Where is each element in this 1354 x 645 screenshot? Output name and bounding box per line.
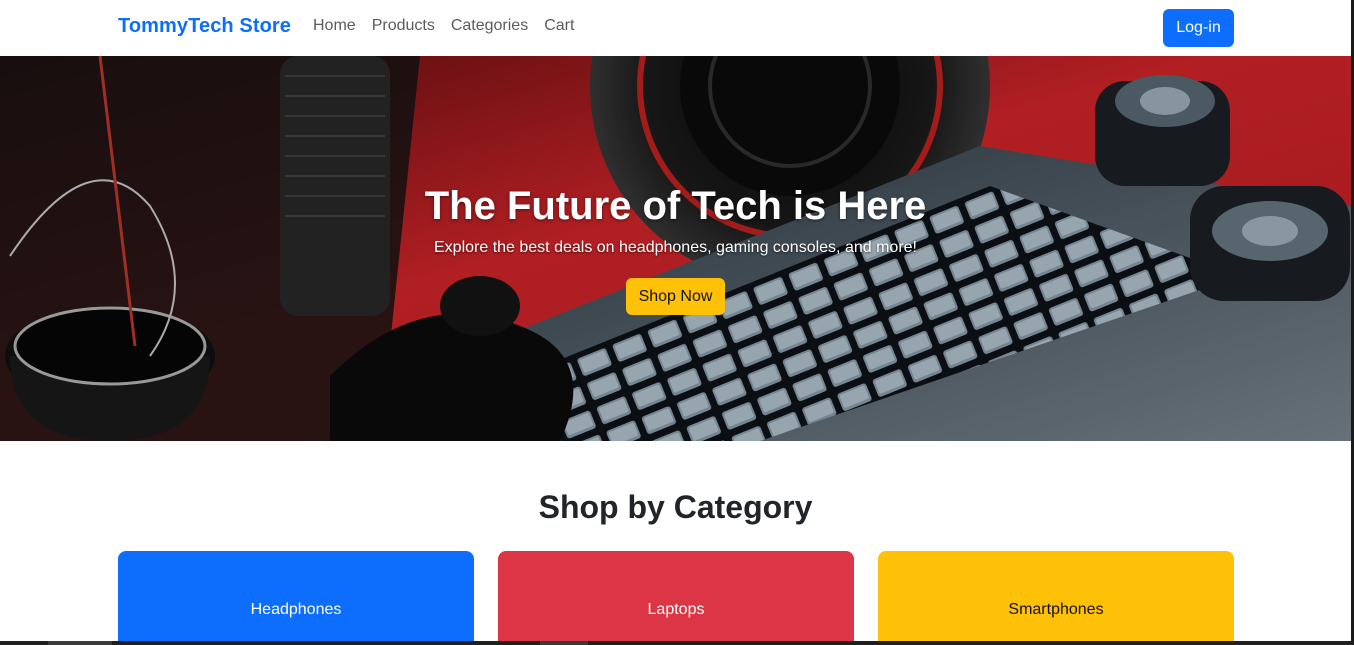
nav-links: Home Products Categories Cart (313, 17, 574, 35)
nav-link-cart[interactable]: Cart (544, 17, 574, 35)
login-button[interactable]: Log-in (1163, 9, 1234, 47)
hero-banner: The Future of Tech is Here Explore the b… (0, 56, 1351, 441)
category-label: Headphones (250, 601, 342, 618)
brand-logo[interactable]: TommyTech Store (118, 15, 291, 38)
page: TommyTech Store Home Products Categories… (0, 0, 1351, 641)
taskbar-edge (0, 641, 1354, 645)
navbar: TommyTech Store Home Products Categories… (0, 0, 1351, 56)
category-label: Laptops (647, 601, 705, 618)
nav-link-home[interactable]: Home (313, 17, 356, 35)
nav-link-categories[interactable]: Categories (451, 17, 528, 35)
shop-by-category-heading: Shop by Category (538, 489, 813, 525)
category-card-laptops[interactable]: Laptops (498, 551, 854, 641)
taskbar-segment (540, 641, 588, 645)
category-card-smartphones[interactable]: Smartphones (878, 551, 1234, 641)
nav-link-products[interactable]: Products (372, 17, 435, 35)
category-card-headphones[interactable]: Headphones (118, 551, 474, 641)
hero-title: The Future of Tech is Here (424, 184, 927, 228)
hero-subtitle: Explore the best deals on headphones, ga… (434, 239, 917, 256)
category-label: Smartphones (1008, 601, 1104, 618)
shop-now-button[interactable]: Shop Now (626, 278, 725, 315)
taskbar-segment (48, 641, 112, 645)
